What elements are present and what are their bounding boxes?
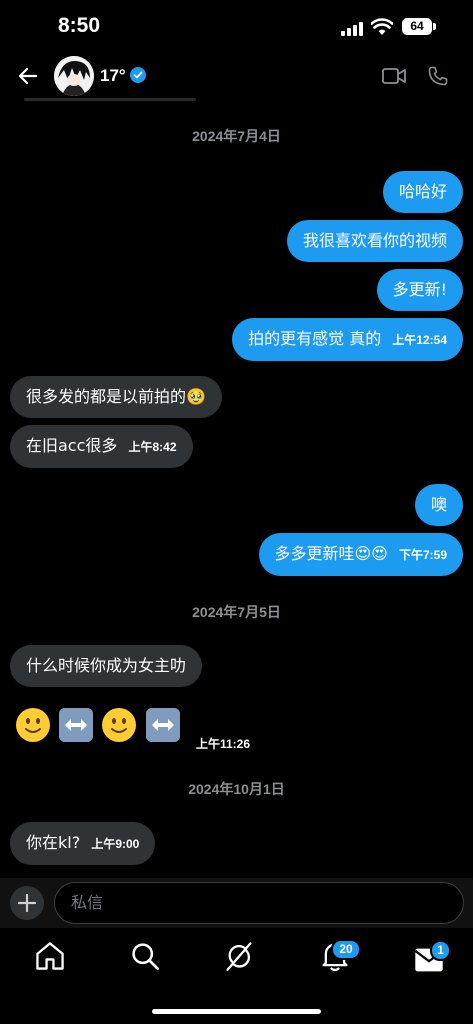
grok-icon[interactable]: [223, 940, 255, 972]
message-text: 在旧acc很多: [26, 436, 118, 455]
message-text: 我很喜欢看你的视频: [302, 231, 447, 250]
message-timestamp: 上午8:42: [128, 440, 177, 454]
slightly-smiling-face-icon: [102, 708, 136, 742]
message-bubble-outgoing[interactable]: 哈哈好: [382, 171, 463, 213]
message-bubble-outgoing[interactable]: 拍的更有感觉 真的 上午12:54: [232, 318, 463, 361]
header-divider: [24, 98, 196, 101]
phone-call-icon[interactable]: [428, 66, 448, 86]
message-text: 你在kl?: [26, 833, 81, 852]
message-bubble-outgoing[interactable]: 我很喜欢看你的视频: [286, 220, 463, 262]
date-separator: 2024年10月1日: [188, 781, 285, 797]
message-bubble-incoming[interactable]: 很多发的都是以前拍的🥹: [10, 376, 222, 418]
message-emoji-text: 🙂↔️🙂↔️: [12, 706, 13, 707]
message-timestamp: 上午12:54: [392, 333, 447, 347]
verified-badge-icon: [130, 67, 146, 83]
status-time: 8:50: [58, 14, 101, 37]
date-separator: 2024年7月4日: [192, 128, 281, 144]
message-emoji-only[interactable]: 🙂↔️🙂↔️ 上午11:26: [12, 706, 252, 751]
date-separator: 2024年7月5日: [192, 604, 281, 620]
message-timestamp: 上午11:26: [196, 737, 251, 751]
home-indicator: [152, 1009, 321, 1014]
left-right-arrow-icon: [59, 708, 93, 742]
message-bubble-incoming[interactable]: 你在kl? 上午9:00: [10, 822, 156, 865]
message-input[interactable]: 私信: [54, 882, 464, 924]
left-right-arrow-icon: [146, 708, 180, 742]
add-attachment-button[interactable]: [10, 886, 44, 920]
wifi-icon: [371, 18, 393, 35]
video-call-icon[interactable]: [382, 66, 406, 86]
message-bubble-incoming[interactable]: 什么时候你成为女主叻: [10, 645, 203, 687]
message-bubble-outgoing[interactable]: 噢: [414, 484, 463, 526]
battery-indicator: 64: [402, 18, 432, 35]
message-text: 多多更新哇😍😍: [274, 544, 388, 563]
battery-tip: [433, 23, 436, 30]
message-bubble-outgoing[interactable]: 多更新!: [376, 269, 463, 311]
home-icon[interactable]: [34, 940, 66, 972]
cellular-signal-icon: [341, 22, 365, 36]
message-timestamp: 上午9:00: [91, 837, 140, 851]
slightly-smiling-face-icon: [16, 708, 50, 742]
message-text: 很多发的都是以前拍的🥹: [26, 387, 206, 406]
search-icon[interactable]: [129, 940, 161, 972]
back-arrow-icon[interactable]: [16, 64, 40, 88]
message-timestamp: 下午7:59: [398, 548, 447, 562]
message-text: 噢: [430, 495, 447, 514]
notifications-badge: 20: [331, 939, 361, 960]
avatar[interactable]: [54, 56, 94, 96]
message-bubble-incoming[interactable]: 在旧acc很多 上午8:42: [10, 425, 193, 468]
message-text: 拍的更有感觉 真的: [248, 329, 382, 348]
contact-name[interactable]: 17°: [100, 66, 126, 86]
message-text: 哈哈好: [398, 182, 447, 201]
message-text: 什么时候你成为女主叻: [26, 656, 187, 675]
plus-icon: [17, 893, 37, 913]
messages-badge: 1: [430, 940, 451, 961]
message-text: 多更新!: [392, 280, 447, 299]
message-bubble-outgoing[interactable]: 多多更新哇😍😍 下午7:59: [258, 533, 463, 576]
